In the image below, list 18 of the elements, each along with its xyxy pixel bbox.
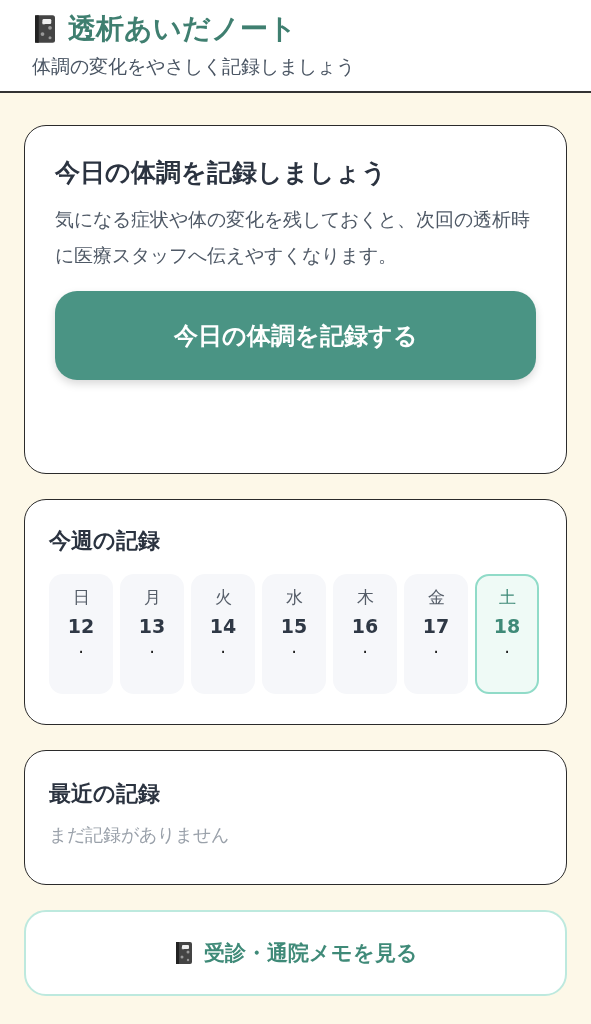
- card-title: 今週の記録: [49, 527, 161, 555]
- app-subtitle: 体調の変化をやさしく記録しましょう: [32, 54, 356, 79]
- notebook-icon: [32, 14, 58, 44]
- card-title: 最近の記録: [49, 780, 161, 808]
- card-description: 気になる症状や体の変化を残しておくと、次回の透析時に医療スタッフへ伝えやすくなります。: [55, 207, 531, 269]
- notebook-icon: [173, 941, 194, 965]
- app-title: 透析あいだノート: [68, 11, 297, 47]
- memo-button[interactable]: 受診・通院メモを見る: [24, 910, 567, 996]
- day-tile[interactable]: 木 16 ·: [333, 574, 397, 694]
- day-tile[interactable]: 日 12 ·: [49, 574, 113, 694]
- record-button[interactable]: 今日の体調を記録する: [55, 291, 536, 381]
- day-tile[interactable]: 火 14 ·: [191, 574, 255, 694]
- day-tile[interactable]: 金 17 ·: [404, 574, 468, 694]
- day-tile[interactable]: 月 13 ·: [120, 574, 184, 694]
- card-title: 今日の体調を記録しましょう: [55, 157, 388, 189]
- empty-message: まだ記録がありません: [49, 823, 230, 847]
- day-tile[interactable]: 土 18 ·: [475, 574, 539, 694]
- day-tile[interactable]: 水 15 ·: [262, 574, 326, 694]
